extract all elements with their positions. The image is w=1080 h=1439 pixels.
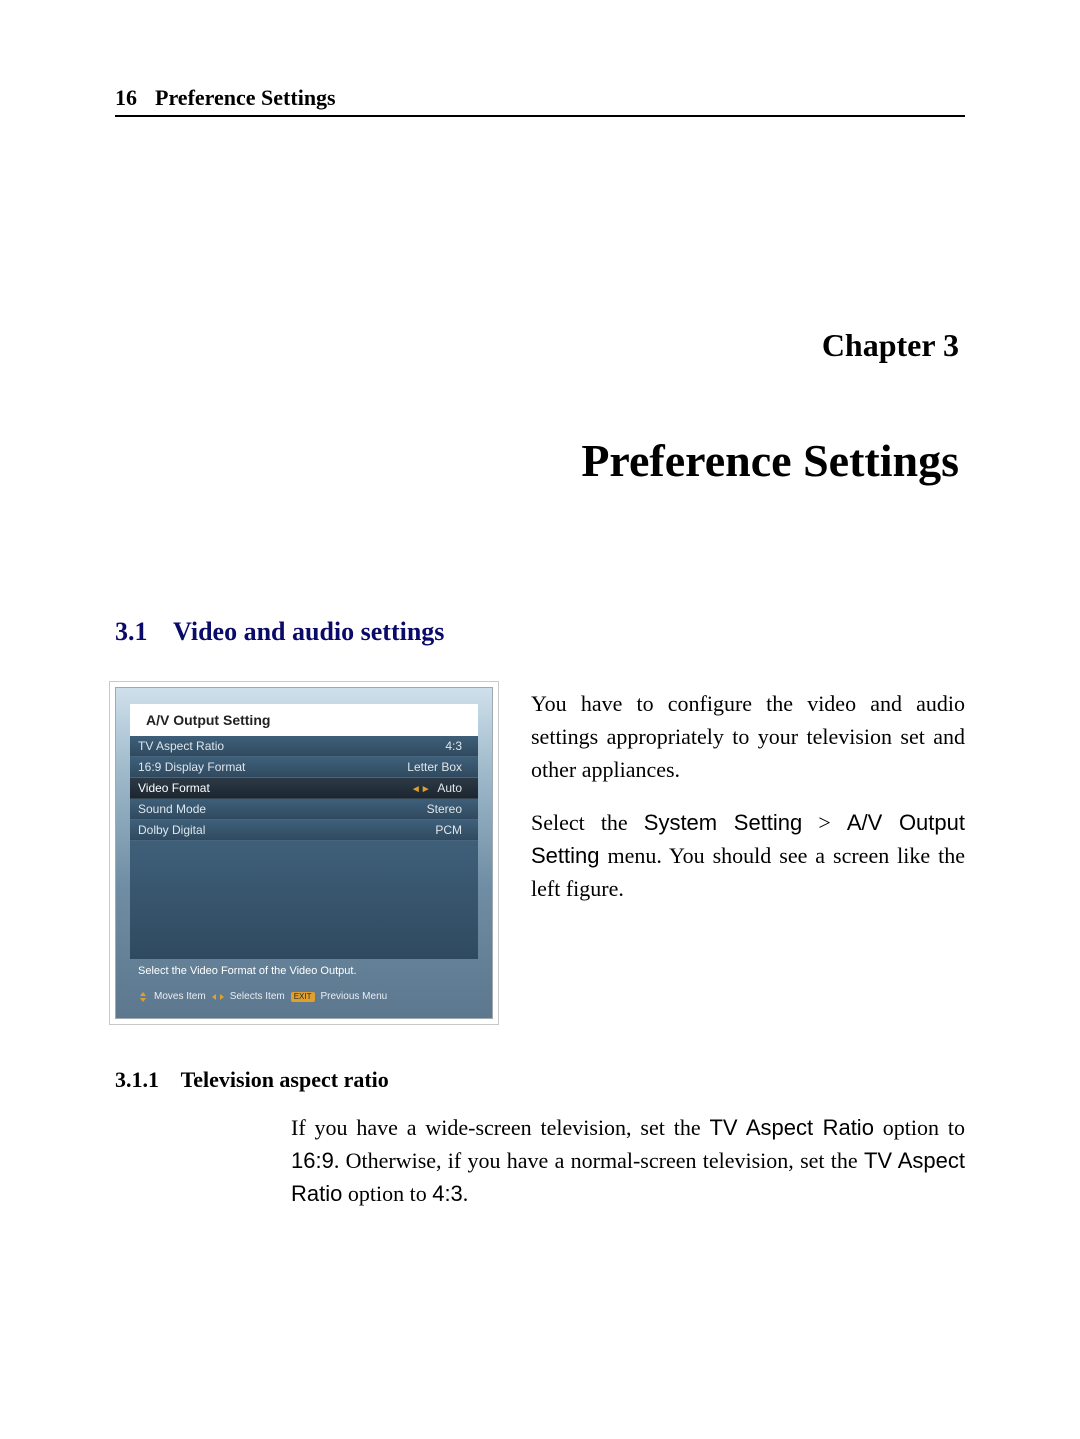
option-name-1: TV Aspect Ratio bbox=[709, 1115, 873, 1140]
page: 16 Preference Settings Chapter 3 Prefere… bbox=[0, 0, 1080, 1439]
tv-menu-panel: A/V Output Setting TV Aspect Ratio 4:3 1… bbox=[115, 687, 493, 1019]
tv-menu-list: TV Aspect Ratio 4:3 16:9 Display Format … bbox=[130, 736, 478, 841]
p2-gt: > bbox=[802, 810, 847, 835]
tv-row-value: ◄► Auto bbox=[411, 781, 462, 795]
tv-menu-hint: Select the Video Format of the Video Out… bbox=[116, 959, 492, 977]
tv-row-label: Sound Mode bbox=[138, 802, 206, 816]
p2-part-a: Select the bbox=[531, 810, 644, 835]
tv-menu-empty-area bbox=[130, 841, 478, 959]
figure-and-text: A/V Output Setting TV Aspect Ratio 4:3 1… bbox=[115, 687, 965, 1019]
subsection-heading: 3.1.1 Television aspect ratio bbox=[115, 1067, 965, 1093]
section-title: Video and audio settings bbox=[173, 617, 444, 646]
legend-selects: Selects Item bbox=[230, 991, 285, 1002]
tv-row-label: Video Format bbox=[138, 781, 210, 795]
paragraph-1: You have to configure the video and audi… bbox=[531, 687, 965, 786]
leftright-arrows-icon bbox=[212, 993, 224, 1001]
running-header: 16 Preference Settings bbox=[115, 85, 965, 117]
option-value-169: 16:9 bbox=[291, 1148, 334, 1173]
lr-arrows-icon: ◄► bbox=[411, 784, 431, 795]
tv-row-aspect: TV Aspect Ratio 4:3 bbox=[130, 736, 478, 757]
tv-row-label: Dolby Digital bbox=[138, 823, 205, 837]
tv-row-videoformat: Video Format ◄► Auto bbox=[130, 778, 478, 799]
legend-moves: Moves Item bbox=[154, 991, 206, 1002]
tv-row-value: 4:3 bbox=[445, 739, 462, 753]
paragraph-2: Select the System Setting > A/V Output S… bbox=[531, 806, 965, 905]
page-number: 16 bbox=[115, 85, 137, 111]
body-c: . Otherwise, if you have a normal-screen… bbox=[334, 1148, 864, 1173]
section-number: 3.1 bbox=[115, 617, 148, 646]
chapter-title: Preference Settings bbox=[115, 434, 959, 487]
running-title: Preference Settings bbox=[155, 85, 336, 111]
chapter-label: Chapter 3 bbox=[115, 327, 959, 364]
subsection-body: If you have a wide-screen television, se… bbox=[291, 1111, 965, 1210]
tv-row-value-text: Auto bbox=[437, 781, 462, 795]
av-output-figure: A/V Output Setting TV Aspect Ratio 4:3 1… bbox=[115, 687, 491, 1019]
tv-row-169display: 16:9 Display Format Letter Box bbox=[130, 757, 478, 778]
tv-row-value: PCM bbox=[435, 823, 462, 837]
tv-row-soundmode: Sound Mode Stereo bbox=[130, 799, 478, 820]
subsection-title: Television aspect ratio bbox=[181, 1067, 389, 1092]
updown-arrows-icon bbox=[138, 992, 148, 1002]
legend-prev: Previous Menu bbox=[321, 991, 388, 1002]
subsection-number: 3.1.1 bbox=[115, 1067, 159, 1092]
body-d: option to bbox=[342, 1181, 432, 1206]
section-body-text: You have to configure the video and audi… bbox=[531, 687, 965, 925]
tv-row-label: 16:9 Display Format bbox=[138, 760, 245, 774]
section-heading: 3.1 Video and audio settings bbox=[115, 617, 965, 647]
menu-path-system-setting: System Setting bbox=[644, 810, 803, 835]
exit-key-icon: EXIT bbox=[291, 992, 315, 1002]
tv-row-label: TV Aspect Ratio bbox=[138, 739, 224, 753]
tv-row-value: Letter Box bbox=[407, 760, 462, 774]
tv-menu-title: A/V Output Setting bbox=[130, 704, 478, 736]
tv-row-value: Stereo bbox=[427, 802, 462, 816]
option-value-43: 4:3 bbox=[432, 1181, 463, 1206]
tv-row-dolby: Dolby Digital PCM bbox=[130, 820, 478, 841]
body-a: If you have a wide-screen television, se… bbox=[291, 1115, 709, 1140]
body-b: option to bbox=[874, 1115, 965, 1140]
tv-menu-legend: Moves Item Selects Item EXIT Previous Me… bbox=[116, 977, 492, 1006]
body-e: . bbox=[463, 1181, 469, 1206]
